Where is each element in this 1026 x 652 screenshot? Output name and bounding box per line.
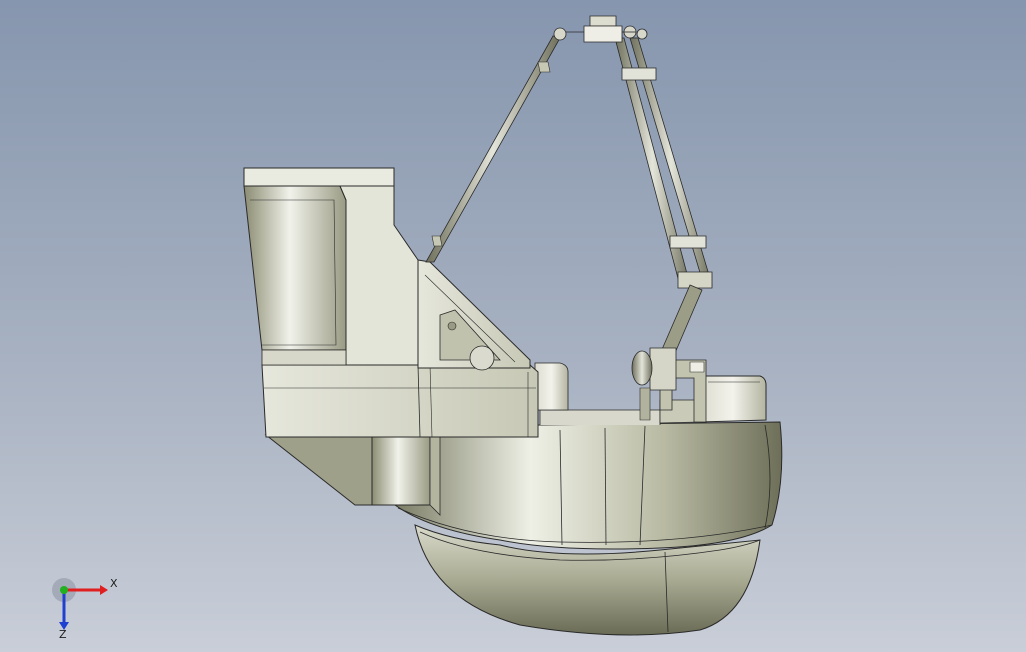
right-hoist-arm [614,37,713,361]
x-axis-label: X [110,577,118,590]
diagonal-bracket [417,259,531,371]
x-axis-arrowhead [100,585,108,595]
lower-support-structure [264,431,441,516]
orientation-triad[interactable]: X Z [48,570,128,640]
y-axis-dot [60,586,68,594]
upper-tower [243,167,419,366]
middle-deck-slab [261,364,539,438]
3d-model-view[interactable] [0,0,1026,652]
cad-graphics-viewport[interactable]: X Z [0,0,1026,652]
z-axis-label: Z [59,628,67,640]
left-hoist-rod [425,35,561,263]
